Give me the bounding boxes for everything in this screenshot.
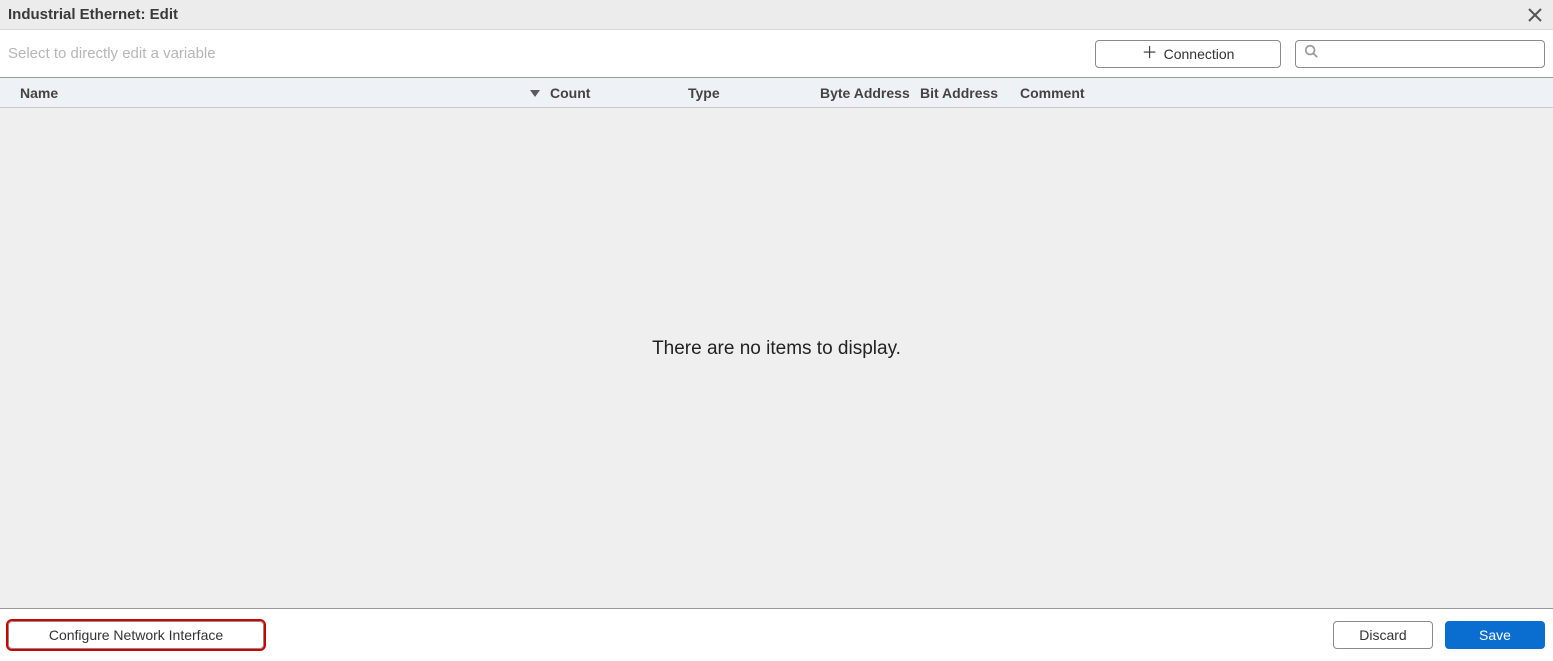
- save-button[interactable]: Save: [1445, 621, 1545, 649]
- search-icon: [1304, 44, 1318, 63]
- column-header-count-label: Count: [550, 85, 590, 101]
- titlebar: Industrial Ethernet: Edit: [0, 0, 1553, 30]
- save-label: Save: [1479, 627, 1511, 643]
- column-header-count[interactable]: Count: [540, 85, 688, 101]
- column-header-byte-address[interactable]: Byte Address: [820, 85, 920, 101]
- add-connection-button[interactable]: ＋ Connection: [1095, 40, 1281, 68]
- discard-label: Discard: [1359, 627, 1406, 643]
- table-header: Name Count Type Byte Address Bit Address…: [0, 78, 1553, 108]
- column-header-name-label: Name: [20, 85, 58, 101]
- column-header-comment[interactable]: Comment: [1020, 85, 1553, 101]
- configure-network-interface-button[interactable]: Configure Network Interface: [8, 621, 264, 649]
- toolbar: Select to directly edit a variable ＋ Con…: [0, 30, 1553, 78]
- sort-descending-icon[interactable]: [530, 85, 540, 101]
- search-input[interactable]: [1324, 46, 1536, 62]
- variable-select-prompt[interactable]: Select to directly edit a variable: [8, 45, 1095, 62]
- add-connection-label: Connection: [1164, 46, 1235, 62]
- column-header-comment-label: Comment: [1020, 85, 1085, 101]
- plus-icon: ＋: [1142, 46, 1158, 62]
- configure-network-label: Configure Network Interface: [49, 627, 223, 643]
- table-body: There are no items to display.: [0, 108, 1553, 609]
- column-header-bit-address[interactable]: Bit Address: [920, 85, 1020, 101]
- footer: Configure Network Interface Discard Save: [0, 609, 1553, 661]
- close-icon[interactable]: [1525, 5, 1545, 25]
- empty-state-message: There are no items to display.: [652, 338, 901, 360]
- column-header-name[interactable]: Name: [20, 85, 540, 101]
- column-header-type-label: Type: [688, 85, 720, 101]
- search-input-wrapper[interactable]: [1295, 40, 1545, 68]
- discard-button[interactable]: Discard: [1333, 621, 1433, 649]
- window-title: Industrial Ethernet: Edit: [8, 6, 1525, 23]
- column-header-bit-label: Bit Address: [920, 85, 998, 101]
- column-header-type[interactable]: Type: [688, 85, 820, 101]
- column-header-byte-label: Byte Address: [820, 85, 910, 101]
